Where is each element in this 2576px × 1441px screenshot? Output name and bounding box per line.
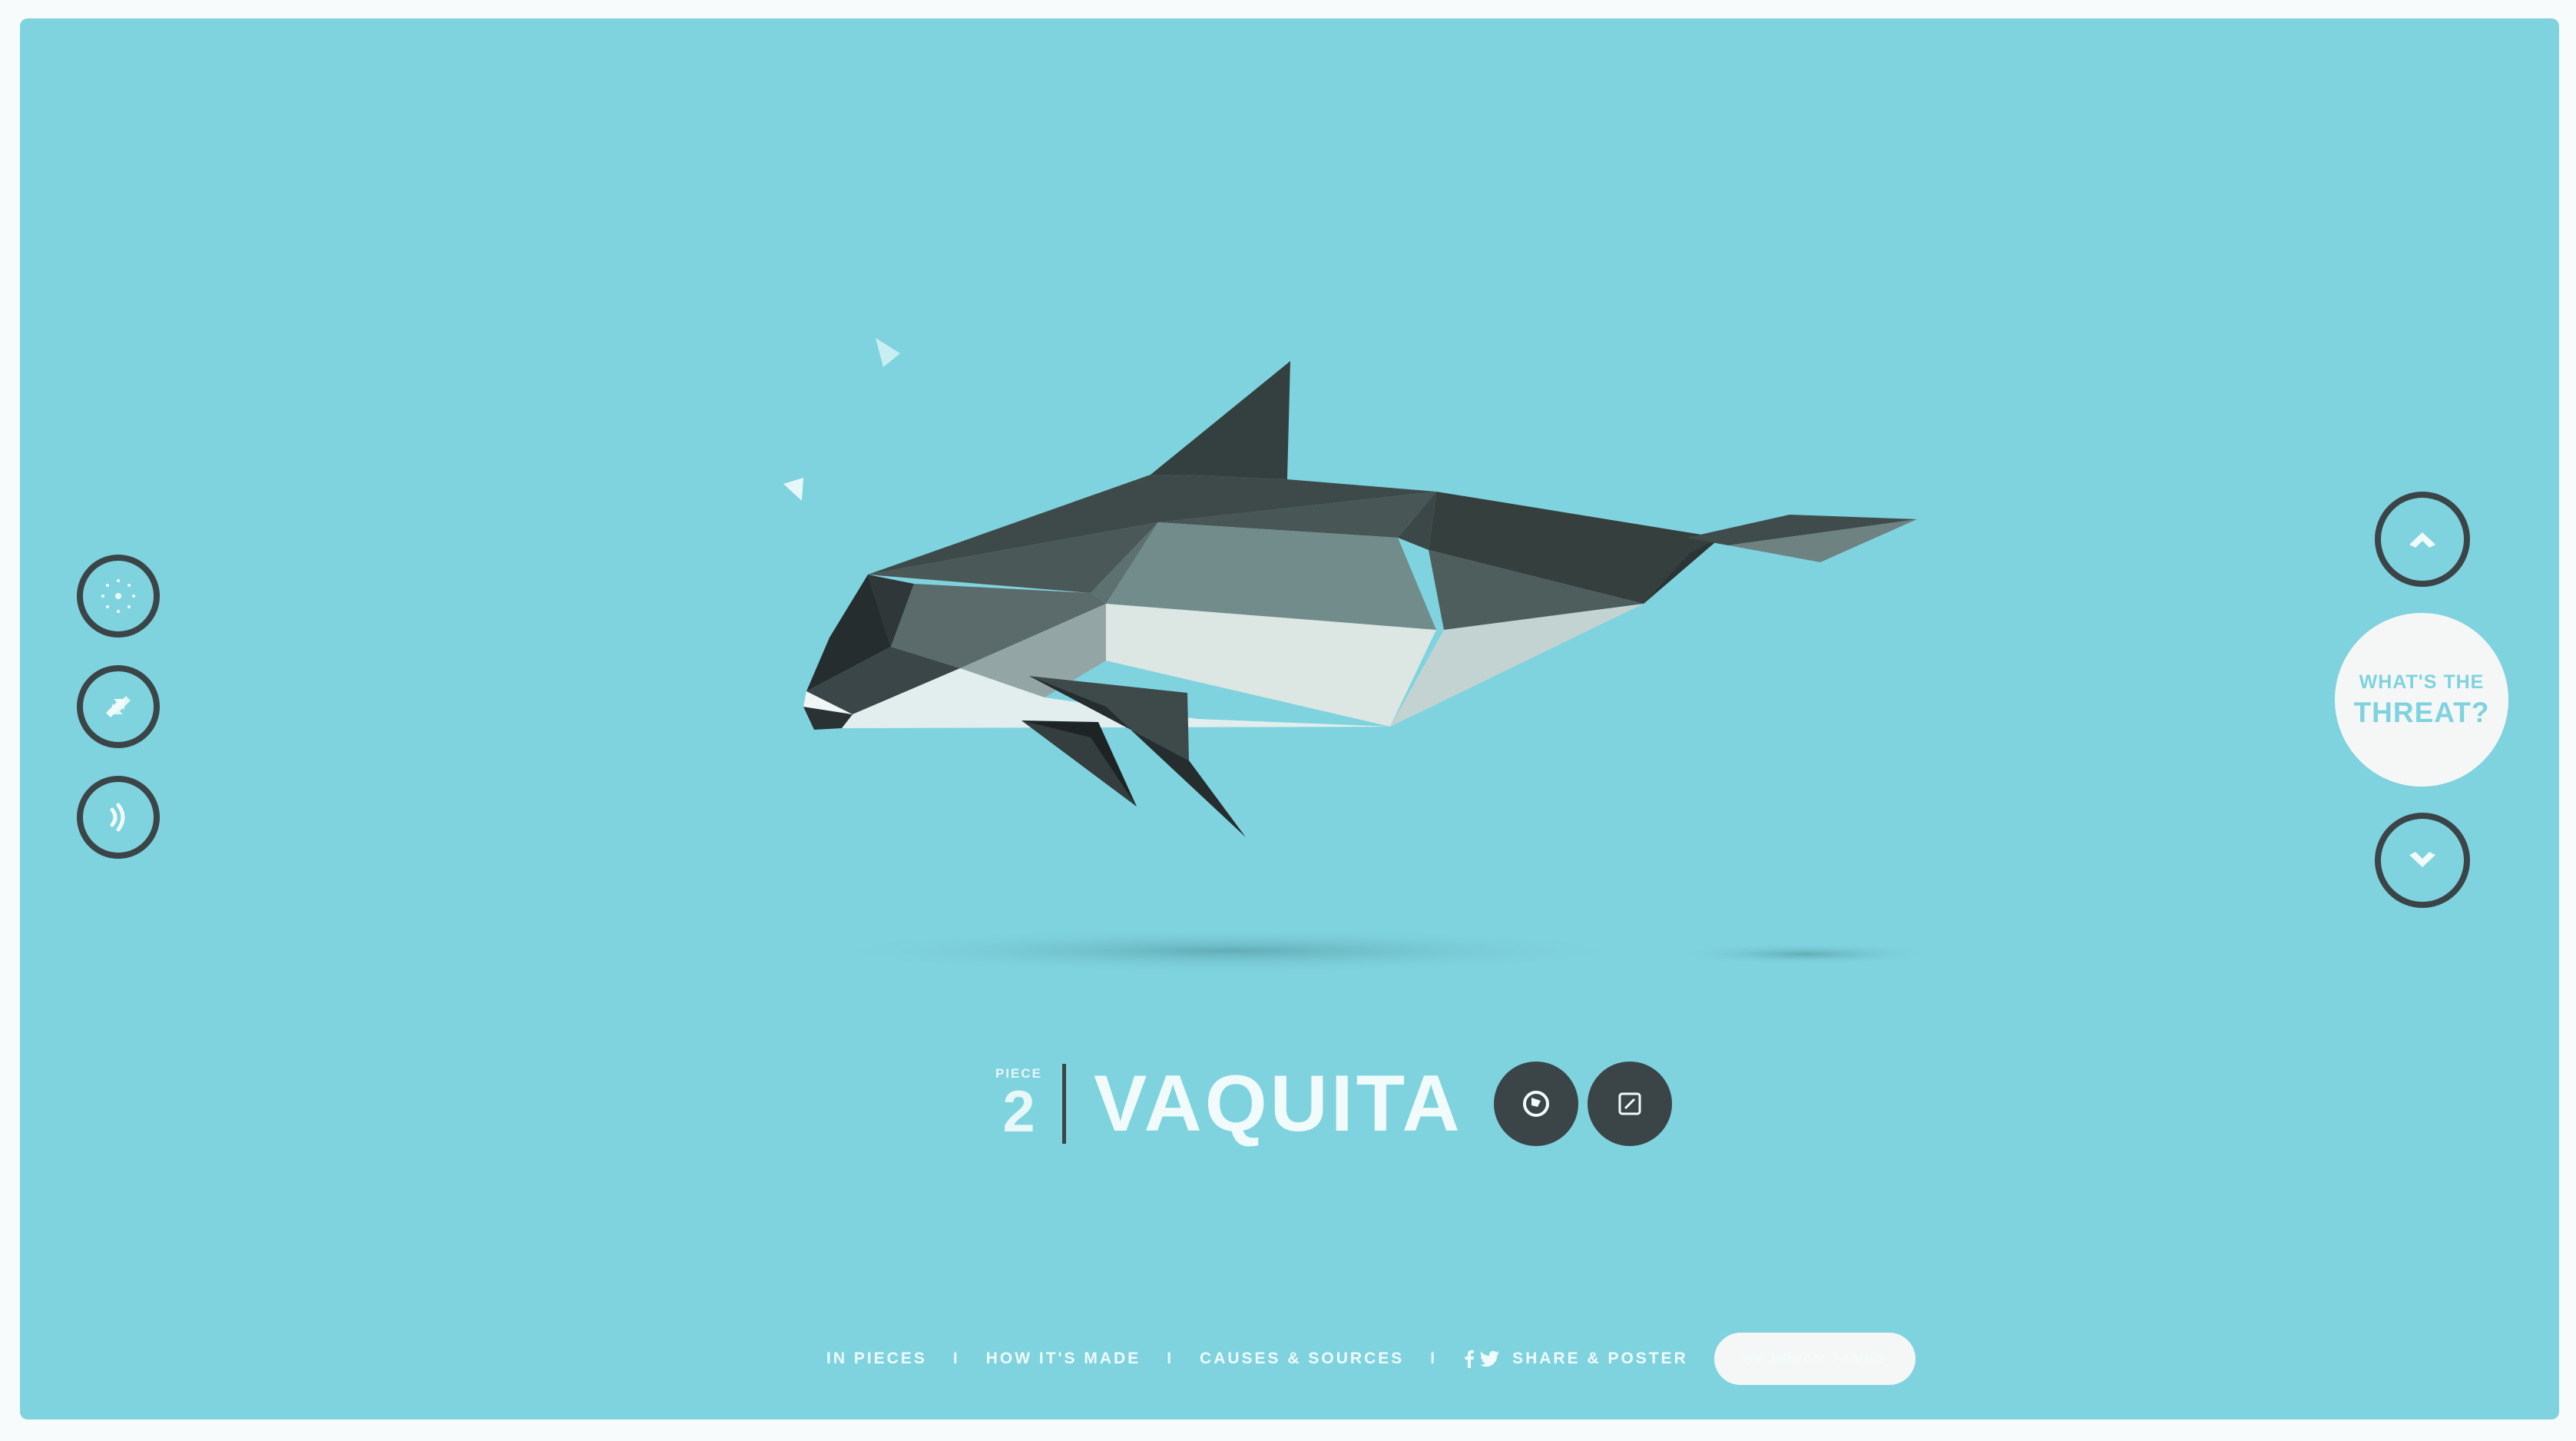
piece-indicator: PIECE 2 <box>995 1066 1042 1141</box>
dots-circle-icon <box>101 579 135 613</box>
nav-in-pieces[interactable]: IN PIECES <box>826 1350 927 1368</box>
previous-piece-button[interactable] <box>2375 492 2470 587</box>
nav-causes-sources[interactable]: CAUSES & SOURCES <box>1200 1350 1404 1368</box>
sound-button[interactable] <box>77 776 160 859</box>
whats-the-threat-button[interactable]: WHAT'S THE THREAT? <box>2335 613 2508 787</box>
chevron-up-icon <box>2409 532 2435 548</box>
species-name: VAQUITA <box>1094 1059 1463 1148</box>
nav-how-its-made[interactable]: HOW IT'S MADE <box>986 1350 1141 1368</box>
shadow <box>814 928 1644 974</box>
shuffle-icon <box>106 696 131 717</box>
piece-number: 2 <box>1002 1079 1035 1145</box>
share-icons <box>1463 1350 1500 1368</box>
next-piece-button[interactable] <box>2375 813 2470 908</box>
twitter-icon[interactable] <box>1480 1350 1500 1367</box>
right-controls: WHAT'S THE THREAT? <box>2335 492 2511 908</box>
species-title: PIECE 2 VAQUITA <box>995 1054 1681 1154</box>
nav-separator: I <box>1430 1350 1438 1367</box>
dots-circle-button[interactable] <box>77 555 160 638</box>
habitat-map-button[interactable] <box>1493 1062 1578 1146</box>
chevron-down-icon <box>2409 852 2435 867</box>
nav-separator: I <box>1167 1350 1174 1367</box>
facebook-icon[interactable] <box>1463 1350 1475 1368</box>
byline-button[interactable]: BY BRYAN JAMES <box>1713 1333 1916 1385</box>
threat-label-line2: THREAT? <box>2353 696 2490 728</box>
left-controls <box>77 555 172 886</box>
shard <box>876 338 900 367</box>
nav-separator: I <box>952 1350 960 1367</box>
vaquita-illustration <box>783 338 1935 974</box>
shard <box>783 478 803 501</box>
shuffle-button[interactable] <box>77 665 160 748</box>
footer-nav: IN PIECES I HOW IT'S MADE I CAUSES & SOU… <box>826 1332 1916 1386</box>
title-divider <box>1062 1064 1067 1144</box>
shadow-tail <box>1674 943 1935 965</box>
sound-icon <box>110 803 125 832</box>
nav-share-poster[interactable]: SHARE & POSTER <box>1512 1350 1688 1368</box>
threat-label-line1: WHAT'S THE <box>2359 671 2485 693</box>
globe-icon <box>1522 1091 1549 1117</box>
fullscreen-button[interactable] <box>1587 1062 1672 1146</box>
expand-icon <box>1618 1092 1641 1115</box>
dorsal-fin <box>1151 361 1290 479</box>
